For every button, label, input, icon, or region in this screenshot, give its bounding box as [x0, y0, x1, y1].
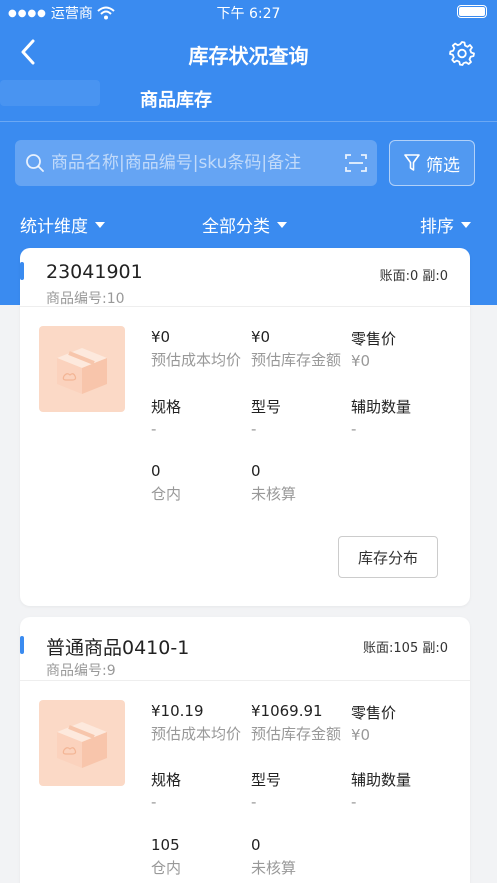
scan-icon[interactable]: [345, 153, 367, 173]
in-stock-label: 仓内: [151, 859, 182, 877]
unsettled-value: 0: [251, 836, 261, 854]
model-label: 型号: [251, 398, 282, 416]
model-label: 型号: [251, 771, 282, 789]
navigation-bar: 库存状况查询: [0, 30, 497, 74]
model-value: -: [251, 420, 257, 438]
tab-product-stock[interactable]: 商品库存: [140, 86, 212, 112]
battery-icon: [457, 5, 487, 18]
in-stock-cell: 0 仓内: [151, 462, 181, 504]
spec-label: 规格: [151, 398, 182, 416]
unsettled-label: 未核算: [251, 859, 297, 877]
spec-value: -: [151, 420, 157, 438]
caret-down-icon: [277, 221, 287, 228]
product-card[interactable]: 23041901 商品编号:10 账面:0 副:0 ¥0 预估成本均价 ¥0 预…: [20, 248, 470, 606]
avg-cost-value: ¥0: [151, 328, 171, 346]
sort-label: 排序: [420, 217, 454, 237]
retail-price-value: ¥0: [351, 726, 371, 744]
account-quantity: 账面:0 副:0: [379, 269, 448, 284]
product-code: 商品编号:9: [46, 660, 116, 680]
filter-label: 筛选: [426, 155, 460, 176]
product-name: 普通商品0410-1: [46, 637, 190, 659]
product-thumbnail: [39, 326, 125, 412]
category-label: 全部分类: [202, 217, 270, 237]
model-cell: 型号 -: [251, 396, 281, 438]
gear-icon: [449, 41, 475, 66]
sort-dropdown[interactable]: 排序: [420, 212, 471, 237]
avg-cost-cell: ¥10.19 预估成本均价: [151, 702, 241, 744]
product-card[interactable]: 普通商品0410-1 商品编号:9 账面:105 副:0 ¥10.19 预估成本…: [20, 617, 470, 883]
card-marker: [20, 636, 24, 654]
stock-amount-cell: ¥0 预估库存金额: [251, 328, 341, 370]
stock-distribution-button[interactable]: 库存分布: [338, 536, 438, 578]
product-code-label: 商品编号:: [46, 663, 107, 679]
stock-amount-cell: ¥1069.91 预估库存金额: [251, 702, 341, 744]
avg-cost-label: 预估成本均价: [151, 725, 242, 743]
unsettled-cell: 0 未核算: [251, 836, 296, 878]
product-name: 23041901: [46, 261, 143, 283]
search-box: [15, 140, 377, 186]
card-divider: [20, 306, 470, 307]
model-value: -: [251, 793, 257, 811]
retail-price-value: ¥0: [351, 352, 371, 370]
aux-quantity-label: 辅助数量: [351, 398, 412, 416]
stock-amount-label: 预估库存金额: [251, 351, 342, 369]
aux-quantity-cell: 辅助数量 -: [351, 769, 411, 811]
aux-quantity-value: -: [351, 793, 357, 811]
product-code-value: 10: [106, 291, 125, 307]
product-code: 商品编号:10: [46, 288, 125, 308]
caret-down-icon: [95, 221, 105, 228]
box-icon: [57, 722, 107, 768]
status-bar: ●●●● 运营商 下午 6:27: [0, 0, 497, 24]
aux-quantity-value: -: [351, 420, 357, 438]
spec-value: -: [151, 793, 157, 811]
card-divider: [20, 680, 470, 681]
retail-price-cell: 零售价 ¥0: [351, 702, 396, 744]
in-stock-label: 仓内: [151, 485, 182, 503]
search-icon: [26, 154, 44, 172]
filter-button[interactable]: 筛选: [389, 140, 475, 186]
spec-cell: 规格 -: [151, 396, 181, 438]
avg-cost-value: ¥10.19: [151, 702, 204, 720]
category-dropdown[interactable]: 全部分类: [202, 212, 287, 237]
retail-price-label: 零售价: [351, 704, 397, 722]
in-stock-value: 0: [151, 462, 161, 480]
settings-button[interactable]: [449, 40, 475, 66]
product-code-value: 9: [106, 663, 116, 679]
dimension-label: 统计维度: [20, 217, 88, 237]
card-marker: [20, 262, 24, 280]
filter-options: 统计维度 全部分类 排序: [0, 210, 497, 238]
model-cell: 型号 -: [251, 769, 281, 811]
aux-quantity-label: 辅助数量: [351, 771, 412, 789]
retail-price-label: 零售价: [351, 330, 397, 348]
spec-cell: 规格 -: [151, 769, 181, 811]
filter-icon: [404, 154, 420, 171]
unsettled-value: 0: [251, 462, 261, 480]
unsettled-label: 未核算: [251, 485, 297, 503]
dimension-dropdown[interactable]: 统计维度: [20, 212, 105, 237]
product-code-label: 商品编号:: [46, 291, 107, 307]
product-thumbnail: [39, 700, 125, 786]
unsettled-cell: 0 未核算: [251, 462, 296, 504]
in-stock-cell: 105 仓内: [151, 836, 181, 878]
search-input[interactable]: [51, 153, 341, 173]
avg-cost-label: 预估成本均价: [151, 351, 242, 369]
avg-cost-cell: ¥0 预估成本均价: [151, 328, 241, 370]
retail-price-cell: 零售价 ¥0: [351, 328, 396, 370]
page-title: 库存状况查询: [188, 44, 309, 68]
stock-amount-value: ¥1069.91: [251, 702, 323, 720]
header-divider: [0, 121, 497, 122]
stock-amount-label: 预估库存金额: [251, 725, 342, 743]
status-time: 下午 6:27: [216, 6, 281, 22]
tab-bar: 商品库存: [0, 80, 497, 120]
account-quantity: 账面:105 副:0: [363, 641, 448, 656]
caret-down-icon: [461, 221, 471, 228]
stock-amount-value: ¥0: [251, 328, 271, 346]
tab-placeholder[interactable]: [0, 80, 100, 106]
spec-label: 规格: [151, 771, 182, 789]
in-stock-value: 105: [151, 836, 180, 854]
box-icon: [57, 348, 107, 394]
aux-quantity-cell: 辅助数量 -: [351, 396, 411, 438]
